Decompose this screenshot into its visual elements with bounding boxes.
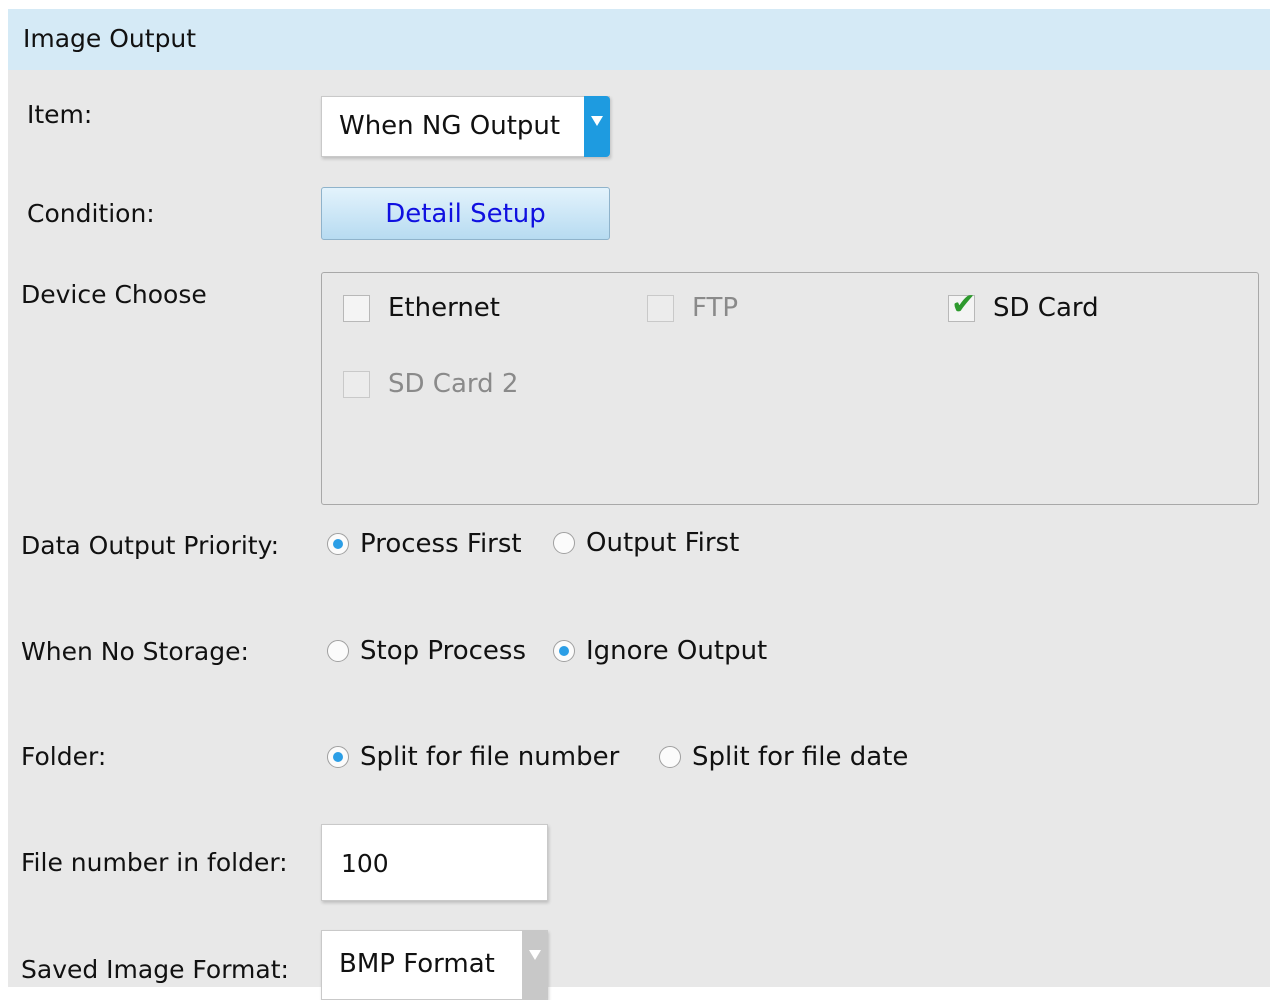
sd-card-checkbox[interactable]: ✔ SD Card (948, 289, 1099, 323)
panel-title: Image Output (23, 24, 197, 53)
image-format-dropdown[interactable]: BMP Format (321, 930, 548, 1000)
radio-circle[interactable] (659, 746, 681, 768)
checkmark-icon: ✔ (951, 286, 977, 322)
checkbox-box (647, 294, 674, 322)
checkbox-label: SD Card (993, 293, 1099, 323)
image-format-toggle[interactable] (522, 930, 548, 1000)
chevron-down-icon (591, 116, 603, 126)
radio-label: Output First (586, 528, 740, 558)
split-file-number-radio[interactable]: Split for file number (327, 742, 619, 772)
radio-label: Ignore Output (586, 636, 768, 666)
ethernet-checkbox[interactable]: Ethernet (343, 293, 500, 323)
radio-circle[interactable] (327, 640, 349, 662)
radio-selected-dot (559, 646, 569, 656)
when-no-storage-label: When No Storage: (21, 637, 249, 666)
sd-card-2-checkbox: SD Card 2 (343, 369, 518, 399)
image-format-value: BMP Format (339, 949, 495, 979)
item-label: Item: (27, 100, 93, 129)
ftp-checkbox: FTP (647, 293, 738, 323)
chevron-down-icon (529, 950, 541, 960)
condition-label: Condition: (27, 199, 155, 228)
checkbox-box[interactable] (343, 294, 370, 322)
checkbox-label: SD Card 2 (388, 369, 519, 399)
split-file-date-radio[interactable]: Split for file date (659, 742, 908, 772)
radio-circle[interactable] (553, 640, 575, 662)
saved-image-format-label: Saved Image Format: (21, 955, 289, 984)
radio-selected-dot (333, 752, 343, 762)
radio-label: Process First (360, 529, 522, 559)
item-dropdown-value: When NG Output (339, 111, 561, 141)
checkbox-label: Ethernet (388, 293, 500, 323)
radio-label: Split for file number (360, 742, 620, 772)
detail-setup-button[interactable]: Detail Setup (321, 187, 610, 240)
file-number-input[interactable]: 100 (321, 824, 548, 901)
stop-process-radio[interactable]: Stop Process (327, 636, 526, 666)
radio-selected-dot (333, 539, 343, 549)
process-first-radio[interactable]: Process First (327, 529, 522, 559)
radio-label: Split for file date (692, 742, 909, 772)
output-first-radio[interactable]: Output First (553, 528, 739, 558)
radio-circle[interactable] (327, 533, 349, 555)
file-number-value: 100 (341, 849, 389, 878)
radio-circle[interactable] (553, 532, 575, 554)
ignore-output-radio[interactable]: Ignore Output (553, 636, 767, 666)
checkbox-box[interactable]: ✔ (948, 289, 976, 322)
item-dropdown-toggle[interactable] (584, 96, 610, 157)
device-choose-label: Device Choose (21, 280, 207, 309)
checkbox-box (343, 370, 370, 398)
data-output-priority-label: Data Output Priority: (21, 531, 280, 560)
radio-circle[interactable] (327, 746, 349, 768)
file-number-label: File number in folder: (21, 848, 288, 877)
panel-header: Image Output (8, 9, 1270, 70)
checkbox-label: FTP (692, 293, 739, 323)
folder-label: Folder: (21, 742, 107, 771)
radio-label: Stop Process (360, 636, 527, 666)
item-dropdown[interactable]: When NG Output (321, 96, 610, 157)
